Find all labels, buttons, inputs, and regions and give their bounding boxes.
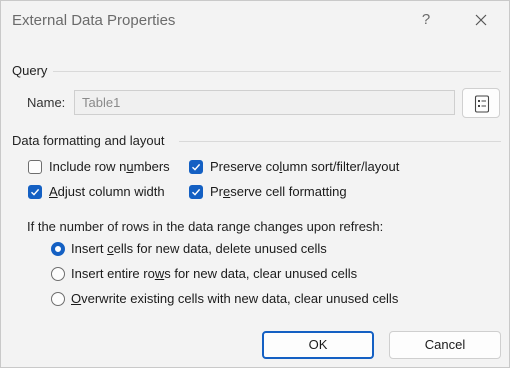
name-label: Name: <box>27 95 66 110</box>
checkbox-box <box>28 159 42 174</box>
insert-cells-radio[interactable]: Insert cells for new data, delete unused… <box>51 241 327 256</box>
query-properties-button[interactable] <box>462 88 500 118</box>
preserve-cell-formatting-checkbox[interactable]: Preserve cell formatting <box>189 184 347 199</box>
query-section-label: Query <box>12 63 48 78</box>
checkmark-icon <box>192 188 201 196</box>
overwrite-cells-radio[interactable]: Overwrite existing cells with new data, … <box>51 291 398 306</box>
radio-dot <box>51 241 65 256</box>
external-data-properties-dialog: External Data Properties ? Query Name: D… <box>0 0 510 368</box>
checkmark-icon <box>31 188 40 196</box>
checkbox-box <box>28 184 42 199</box>
include-row-numbers-checkbox[interactable]: Include row numbers <box>28 159 170 174</box>
query-properties-icon <box>474 95 490 113</box>
checkbox-label: Preserve column sort/filter/layout <box>210 159 400 174</box>
formatting-section-label: Data formatting and layout <box>12 133 165 148</box>
radio-dot <box>51 291 65 306</box>
checkbox-label: Preserve cell formatting <box>210 184 347 199</box>
query-divider <box>53 71 501 72</box>
checkbox-box <box>189 159 203 174</box>
radio-label: Overwrite existing cells with new data, … <box>71 291 399 306</box>
radio-label: Insert cells for new data, delete unused… <box>71 241 327 256</box>
refresh-question: If the number of rows in the data range … <box>27 219 384 234</box>
checkbox-label: Adjust column width <box>49 184 165 199</box>
formatting-divider <box>179 141 501 142</box>
radio-label: Insert entire rows for new data, clear u… <box>71 266 358 281</box>
radio-dot <box>51 266 65 281</box>
name-field[interactable] <box>74 90 455 115</box>
close-icon <box>475 14 487 26</box>
title-bar: External Data Properties ? <box>1 1 510 41</box>
preserve-column-sort-checkbox[interactable]: Preserve column sort/filter/layout <box>189 159 399 174</box>
checkbox-label: Include row numbers <box>49 159 170 174</box>
cancel-button[interactable]: Cancel <box>389 331 501 359</box>
dialog-title: External Data Properties <box>12 12 176 29</box>
checkmark-icon <box>192 163 201 171</box>
help-button[interactable]: ? <box>415 9 437 31</box>
insert-entire-rows-radio[interactable]: Insert entire rows for new data, clear u… <box>51 266 357 281</box>
adjust-column-width-checkbox[interactable]: Adjust column width <box>28 184 165 199</box>
close-button[interactable] <box>468 9 494 33</box>
checkbox-box <box>189 184 203 199</box>
ok-button[interactable]: OK <box>262 331 374 359</box>
